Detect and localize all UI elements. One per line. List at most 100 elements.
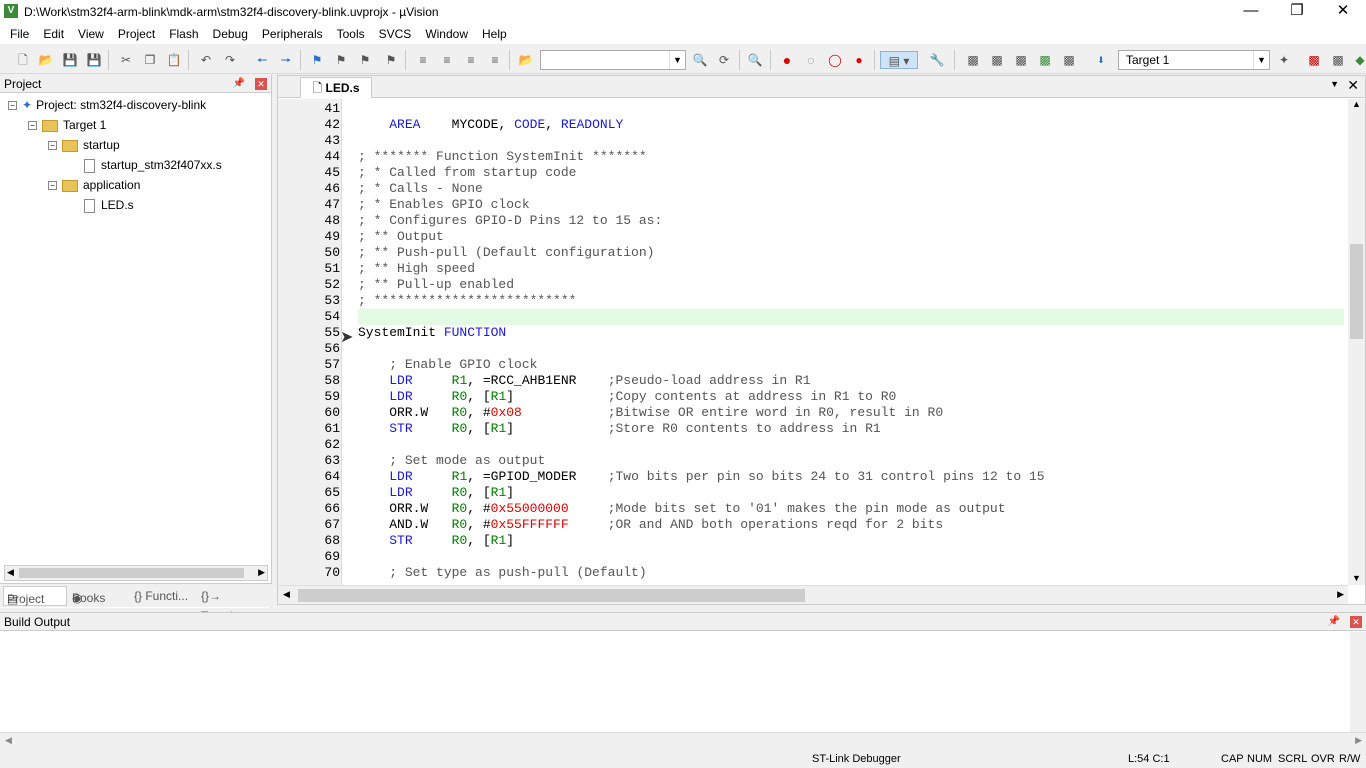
tree-item-target[interactable]: − Target 1 [28,115,106,135]
find-icon[interactable]: 🔍 [691,51,709,69]
tab-templates[interactable]: {}→ Templa... [201,586,272,623]
toolbar-separator [300,50,301,70]
menu-help[interactable]: Help [475,24,514,44]
tree-item-startup[interactable]: − startup [48,135,120,155]
chevron-down-icon[interactable]: ▼ [1253,51,1269,69]
scroll-thumb[interactable] [19,568,244,578]
kill-all-breakpoints-icon[interactable]: ● [850,51,868,69]
menu-edit[interactable]: Edit [36,24,71,44]
navigate-back-icon[interactable]: 🠔 [253,51,271,69]
build-icon[interactable]: ▩ [988,51,1006,69]
menu-flash[interactable]: Flash [162,24,205,44]
tree-item-led-file[interactable]: LED.s [84,195,134,215]
cut-icon[interactable]: ✂ [117,51,135,69]
paste-icon[interactable]: 📋 [165,51,183,69]
menu-window[interactable]: Window [418,24,475,44]
new-file-icon[interactable]: 🗋 [14,51,32,69]
target-select[interactable]: Target 1 ▼ [1118,50,1270,70]
scroll-thumb[interactable] [298,589,805,602]
collapse-icon[interactable]: − [8,101,17,111]
tab-label: Project [7,592,45,606]
translate-icon[interactable]: ▩ [964,51,982,69]
tree-item-startup-file[interactable]: startup_stm32f407xx.s [84,155,222,175]
scroll-left-icon[interactable]: ◀ [7,567,14,578]
collapse-icon[interactable]: − [48,141,57,151]
close-tab-icon[interactable]: ✕ [1347,77,1359,94]
menu-project[interactable]: Project [111,24,162,44]
manage-project-items-icon[interactable]: ▩ [1305,51,1323,69]
rebuild-icon[interactable]: ▩ [1012,51,1030,69]
tab-list-dropdown-icon[interactable]: ▼ [1330,79,1339,89]
pin-icon[interactable]: 📌 [1328,613,1340,631]
close-window-button[interactable]: ✕ [1320,0,1366,24]
tab-led-s[interactable]: 🗋 LED.s [300,77,372,98]
tab-project[interactable]: ▤ Project [3,586,67,606]
pin-icon[interactable]: 📌 [233,75,245,93]
redo-icon[interactable]: ↷ [221,51,239,69]
menu-svcs[interactable]: SVCS [372,24,419,44]
find-in-files-icon[interactable]: 📂 [517,51,535,69]
build-output-horizontal-scrollbar[interactable]: ◀ ▶ [0,732,1366,748]
undo-icon[interactable]: ↶ [197,51,215,69]
batch-build-icon[interactable]: ▩ [1036,51,1054,69]
next-bookmark-icon[interactable]: ⚑ [356,51,374,69]
find-combo[interactable]: ▼ [540,50,686,70]
target-options-icon[interactable]: ✦ [1275,51,1293,69]
scroll-right-icon[interactable]: ▶ [258,567,265,578]
code-text: ; Set type as push-pull (Default) [389,565,647,580]
save-all-icon[interactable]: 💾 [85,51,103,69]
close-panel-icon[interactable]: ✕ [255,78,267,90]
scroll-up-icon[interactable]: ▲ [1352,99,1361,109]
build-output-vertical-scrollbar[interactable] [1350,632,1366,732]
toolbar-separator [108,50,109,70]
window-layout-icon[interactable]: ▤ ▾ [880,51,918,69]
menu-file[interactable]: File [0,24,36,44]
open-folder-icon[interactable]: 📂 [37,51,55,69]
uncomment-icon[interactable]: ≡ [486,51,504,69]
bookmark-icon[interactable]: ⚑ [308,51,326,69]
chevron-down-icon[interactable]: ▼ [669,51,685,69]
build-output-text[interactable] [0,632,1350,732]
scroll-left-icon[interactable]: ◀ [5,735,12,746]
comment-icon[interactable]: ≡ [462,51,480,69]
scroll-right-icon[interactable]: ▶ [1337,589,1344,600]
stop-build-icon[interactable]: ▩ [1060,51,1078,69]
minimize-button[interactable]: — [1228,0,1274,24]
close-panel-icon[interactable]: ✕ [1350,616,1362,628]
project-panel-tabs: ▤ Project ◉ Books {} Functi... {}→ Templ… [0,583,272,623]
manage-components-icon[interactable]: ▩ [1329,51,1347,69]
project-horizontal-scrollbar[interactable]: ◀ ▶ [4,565,268,581]
tab-functions[interactable]: {} Functi... [134,586,188,606]
menu-view[interactable]: View [71,24,111,44]
menu-debug[interactable]: Debug [206,24,255,44]
clear-bookmarks-icon[interactable]: ⚑ [382,51,400,69]
disable-breakpoint-icon[interactable]: ○ [802,51,820,69]
copy-icon[interactable]: ❐ [141,51,159,69]
prev-bookmark-icon[interactable]: ⚑ [332,51,350,69]
disable-all-breakpoints-icon[interactable]: ◯ [826,51,844,69]
restore-button[interactable]: ❐ [1274,0,1320,24]
indent-icon[interactable]: ≡ [414,51,432,69]
collapse-icon[interactable]: − [48,181,57,191]
scroll-down-icon[interactable]: ▼ [1352,573,1361,583]
scroll-thumb[interactable] [1350,244,1363,339]
debug-session-icon[interactable]: 🔍 [746,51,764,69]
configure-icon[interactable]: 🔧 [928,51,946,69]
menu-tools[interactable]: Tools [330,24,372,44]
tree-item-project[interactable]: − ✦ Project: stm32f4-discovery-blink [8,95,206,115]
replace-icon[interactable]: ⟳ [715,51,733,69]
code-area[interactable]: 41 42 AREA MYCODE, CODE, READONLY 43 44 ; **… [278,99,1348,585]
load-download-icon[interactable]: ⬇ [1092,51,1110,69]
save-icon[interactable]: 💾 [61,51,79,69]
scroll-left-icon[interactable]: ◀ [283,589,290,600]
menu-peripherals[interactable]: Peripherals [255,24,330,44]
unindent-icon[interactable]: ≡ [438,51,456,69]
tree-item-application[interactable]: − application [48,175,140,195]
scroll-right-icon[interactable]: ▶ [1355,735,1362,746]
editor-horizontal-scrollbar[interactable]: ◀ ▶ [278,585,1348,604]
breakpoint-icon[interactable]: ● [778,51,796,69]
run-time-environment-icon[interactable]: ◆ [1351,51,1366,69]
editor-vertical-scrollbar[interactable]: ▲ ▼ [1348,99,1365,585]
navigate-forward-icon[interactable]: 🠖 [277,51,295,69]
collapse-icon[interactable]: − [28,121,37,131]
